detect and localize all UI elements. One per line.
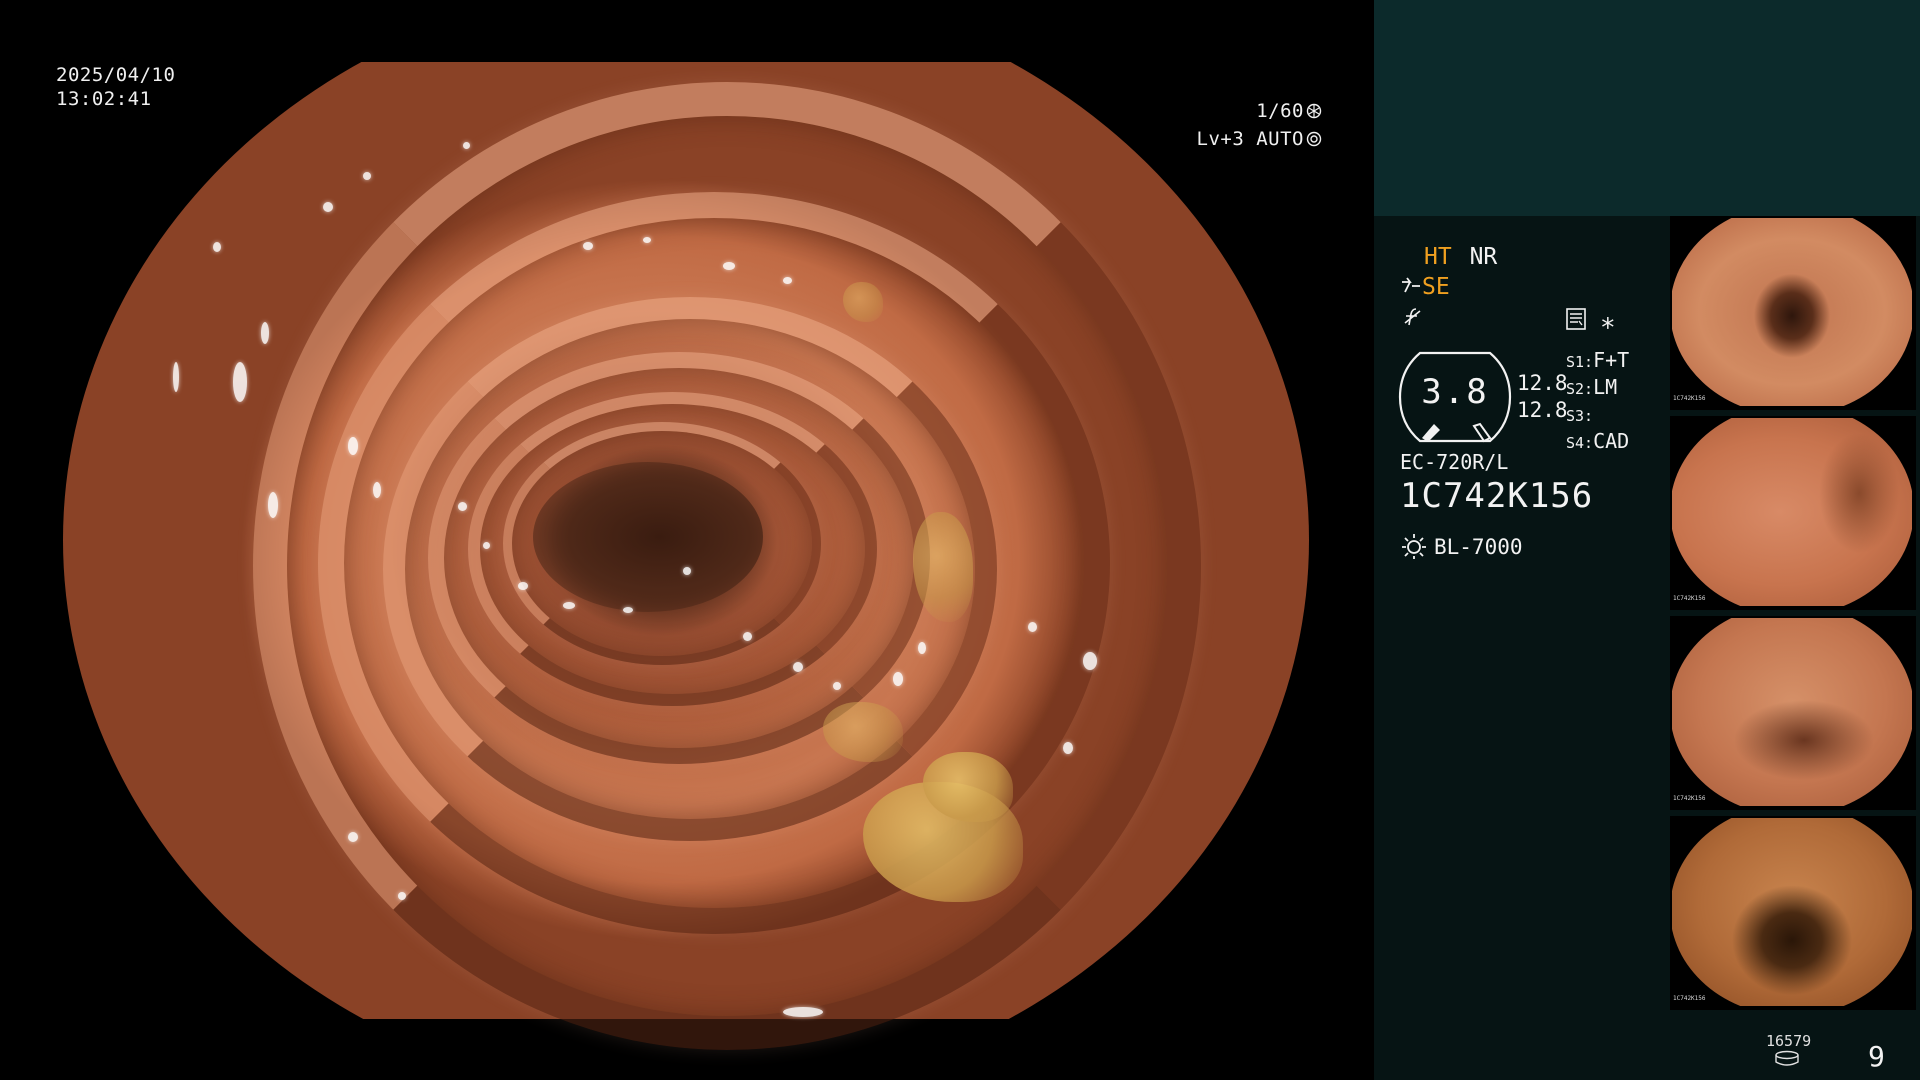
specular-highlight (348, 832, 358, 842)
specular-highlight (348, 437, 358, 455)
storage-icon (1774, 1050, 1800, 1072)
frame-counter: 16579 (1766, 1032, 1812, 1050)
shutter-speed: 1/60 (1256, 100, 1304, 122)
mode-row-2: SE (1400, 274, 1450, 300)
asterisk-icon: ∗ (1600, 308, 1616, 338)
specular-highlight (373, 482, 381, 498)
zoom-value: 3.8 (1421, 372, 1489, 412)
specular-highlight (483, 542, 490, 549)
freeze-icon (1402, 306, 1424, 332)
scope-serial: 1C742K156 (1400, 476, 1594, 516)
specular-highlight (463, 142, 470, 149)
specular-highlight (398, 892, 406, 900)
specular-highlight (918, 642, 926, 654)
specular-highlight (643, 237, 651, 243)
thumbnail-image (1672, 418, 1912, 606)
structure-enhance-icon (1402, 277, 1420, 293)
specular-highlight (563, 602, 575, 609)
recorder-icon (1566, 308, 1586, 334)
specular-highlight (793, 662, 803, 672)
zoom-gauge: 3.8 (1398, 350, 1512, 444)
specular-highlight (261, 322, 269, 344)
specular-highlight (458, 502, 467, 511)
specular-highlight (213, 242, 221, 252)
iris-mode: Lv+3 AUTO (1196, 127, 1304, 150)
specular-highlight (1083, 652, 1097, 670)
specular-highlight (783, 277, 792, 284)
exam-date: 2025/04/10 (56, 64, 176, 86)
light-source-row: BL-7000 (1400, 532, 1523, 560)
specular-highlight (783, 1007, 823, 1017)
capture-thumbnail-4[interactable]: 1C742K156 (1670, 816, 1916, 1010)
panel-header-area (1374, 0, 1920, 216)
switch-list: S1:F+T S2:LM S3: S4:CAD (1566, 348, 1629, 456)
se-mode: SE (1422, 274, 1450, 300)
specular-highlight (363, 172, 371, 180)
capture-thumbnail-3[interactable]: 1C742K156 (1670, 616, 1916, 810)
switch-s4: S4:CAD (1566, 429, 1630, 453)
specular-highlight (173, 362, 179, 392)
ht-mode: HT (1424, 244, 1452, 270)
thumbnail-label: 1C742K156 (1673, 395, 1706, 402)
specular-highlight (1028, 622, 1037, 632)
specular-highlight (268, 492, 278, 518)
thumbnail-label: 1C742K156 (1673, 595, 1706, 602)
specular-highlight (233, 362, 247, 402)
specular-highlight (743, 632, 752, 641)
switch-s1: S1:F+T (1566, 348, 1630, 372)
switch-s2: S2:LM (1566, 375, 1618, 399)
shutter-icon (1306, 103, 1322, 119)
thumbnail-label: 1C742K156 (1673, 795, 1706, 802)
specular-highlight (723, 262, 735, 270)
capture-count: 9 (1868, 1040, 1885, 1073)
specular-highlight (323, 202, 333, 212)
shutter-row: 1/60 (1197, 100, 1322, 124)
nr-mode: NR (1469, 244, 1498, 270)
switch-s3: S3: (1566, 407, 1594, 425)
light-source-model: BL-7000 (1434, 535, 1523, 559)
specular-highlight (518, 582, 528, 590)
gain-readout-2: 12.8 (1517, 398, 1568, 422)
capture-thumbnail-2[interactable]: 1C742K156 (1670, 416, 1916, 610)
date-time-readout: 2025/04/10 13:02:41 (56, 64, 175, 112)
specular-highlight (833, 682, 841, 690)
endoscope-view: 2025/04/10 13:02:41 1/60 Lv+3 AUTO (0, 0, 1374, 1080)
light-source-icon (1402, 534, 1426, 559)
specular-highlight (583, 242, 593, 250)
specular-highlight (623, 607, 633, 613)
thumbnail-image (1672, 618, 1912, 806)
thumbnail-image (1672, 218, 1912, 406)
gain-readout-1: 12.8 (1517, 371, 1568, 395)
specular-highlight (893, 672, 903, 686)
iris-row: Lv+3 AUTO (1197, 128, 1322, 152)
exam-time: 13:02:41 (56, 87, 152, 110)
capture-thumbnail-1[interactable]: 1C742K156 (1670, 216, 1916, 410)
thumbnail-image (1672, 818, 1912, 1006)
iris-icon (1306, 131, 1322, 146)
lumen-center (533, 462, 763, 612)
exposure-readout: 1/60 Lv+3 AUTO (1197, 100, 1322, 152)
specular-highlight (1063, 742, 1073, 754)
specular-highlight (683, 567, 691, 575)
thumbnail-label: 1C742K156 (1673, 995, 1706, 1002)
colon-lumen-image (63, 62, 1309, 1050)
scope-model: EC-720R/L (1400, 450, 1509, 474)
mode-row-1: HT NR (1424, 244, 1497, 270)
